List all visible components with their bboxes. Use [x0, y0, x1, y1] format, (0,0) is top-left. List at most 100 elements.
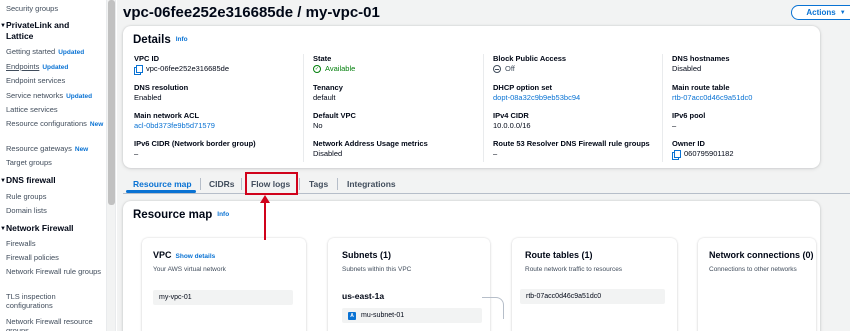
sidebar-section-dns-firewall[interactable]: ▼DNS firewall [0, 175, 56, 187]
show-details-link[interactable]: Show details [176, 253, 216, 260]
caret-down-icon: ▼ [839, 9, 846, 16]
field-route53-dns-firewall: Route 53 Resolver DNS Firewall rule grou… [493, 139, 658, 159]
sidebar-scrollbar[interactable] [107, 0, 116, 331]
sidebar-item-service-networks[interactable]: Service networks Updated [6, 91, 92, 101]
route-tables-box-title: Route tables (1) [525, 250, 593, 260]
field-value: Enabled [134, 93, 162, 102]
main-content: vpc-06fee252e316685de / my-vpc-01 Action… [117, 0, 850, 331]
sidebar-item-target-groups[interactable]: Target groups [6, 158, 52, 167]
vpc-box-title-text: VPC [153, 250, 172, 260]
sidebar-item-resource-gateways[interactable]: Resource gateways New [6, 144, 88, 154]
tab-integrations[interactable]: Integrations [347, 174, 396, 194]
tab-tags[interactable]: Tags [309, 174, 328, 194]
field-label: Route 53 Resolver DNS Firewall rule grou… [493, 139, 650, 148]
sidebar-item-label: Endpoint services [6, 76, 66, 85]
details-card: Details Info VPC ID vpc-06fee252e316685de… [123, 26, 820, 168]
route-tables-box: Route tables (1) Route network traffic t… [512, 238, 677, 331]
field-label: Main network ACL [134, 111, 200, 120]
field-value: – [672, 121, 677, 130]
sidebar-section-label: PrivateLink and Lattice [6, 20, 70, 41]
resource-map-title: Resource map Info [133, 209, 229, 221]
copy-icon[interactable] [134, 64, 143, 75]
subnet-item[interactable]: Amu-subnet-01 [342, 308, 482, 323]
sidebar-item-label: Firewall policies [6, 253, 59, 262]
field-label: Main route table [672, 83, 730, 92]
sidebar-item-endpoint-services[interactable]: Endpoint services [6, 76, 65, 85]
sidebar-item-network-firewall-rule-groups[interactable]: Network Firewall rule groups [6, 267, 104, 276]
field-label: Block Public Access [493, 54, 567, 63]
details-title-text: Details [133, 34, 171, 46]
tab-separator [200, 178, 201, 190]
sidebar-item-label: Target groups [6, 158, 52, 167]
field-value: Disabled [672, 64, 702, 73]
field-dns-hostnames: DNS hostnames Disabled [672, 54, 837, 74]
subnets-box-title: Subnets (1) [342, 250, 392, 260]
copy-icon[interactable] [672, 149, 681, 160]
page-title: vpc-06fee252e316685de / my-vpc-01 [123, 4, 380, 21]
field-ipv6-cidr: IPv6 CIDR (Network border group) – [134, 139, 299, 159]
scrollbar-thumb[interactable] [108, 0, 115, 205]
field-label: Default VPC [313, 111, 356, 120]
details-title: Details Info [133, 34, 188, 46]
state-value: Available [325, 64, 356, 73]
active-tab-indicator [126, 190, 196, 193]
sidebar-item-label: Resource configurations [6, 119, 87, 128]
sidebar-section-network-firewall[interactable]: ▼Network Firewall [0, 223, 74, 235]
sidebar-item-resource-configurations[interactable]: Resource configurations New [6, 119, 104, 129]
dhcp-option-set-link[interactable]: dopt-08a32c9b9eb53bc94 [493, 93, 658, 103]
sidebar-item-firewalls[interactable]: Firewalls [6, 239, 36, 248]
tab-separator [299, 178, 300, 190]
field-label: Tenancy [313, 83, 343, 92]
field-label: Owner ID [672, 139, 705, 148]
sidebar-item-label: Network Firewall rule groups [6, 267, 102, 276]
sidebar-item-label: Security groups [6, 4, 59, 13]
sidebar-item-firewall-policies[interactable]: Firewall policies [6, 253, 59, 262]
subnets-box: Subnets (1) Subnets within this VPC us-e… [328, 238, 490, 331]
sidebar-item-label: TLS inspection configurations [6, 292, 56, 310]
field-label: VPC ID [134, 54, 160, 63]
vpc-item[interactable]: my-vpc-01 [153, 290, 293, 305]
subnet-icon: A [348, 311, 356, 320]
field-value: vpc-06fee252e316685de [134, 64, 299, 75]
vpc-details-page: Security groups ▼PrivateLink and Lattice… [0, 0, 850, 331]
sidebar-item-endpoints[interactable]: Endpoints Updated [6, 62, 68, 72]
field-value: 10.0.0.0/16 [493, 121, 531, 130]
sidebar-item-label: Service networks [6, 91, 64, 100]
field-label: State [313, 54, 332, 63]
sidebar-section-label: Network Firewall [6, 223, 74, 233]
field-main-route-table: Main route table rtb-07acc0d46c9a51dc0 [672, 83, 837, 103]
actions-button[interactable]: Actions ▼ [791, 5, 850, 20]
field-state: State ✓ Available [313, 54, 478, 74]
new-badge: New [74, 146, 89, 153]
vpc-box: VPC Show details Your AWS virtual network… [142, 238, 306, 331]
tab-separator [241, 178, 242, 190]
sidebar-item-domain-lists[interactable]: Domain lists [6, 206, 47, 215]
field-ipv6-pool: IPv6 pool – [672, 111, 837, 131]
field-label: DNS resolution [134, 83, 189, 92]
sidebar-item-network-firewall-resource-groups[interactable]: Network Firewall resource groups [6, 317, 104, 331]
info-link[interactable]: Info [176, 36, 188, 43]
sidebar-item-security-groups[interactable]: Security groups [6, 4, 58, 13]
route-table-item[interactable]: rtb-07acc0d46c9a51dc0 [520, 289, 665, 304]
tab-cidrs[interactable]: CIDRs [209, 174, 235, 194]
field-value: – [134, 149, 139, 158]
sidebar-item-lattice-services[interactable]: Lattice services [6, 105, 58, 114]
field-block-public-access: Block Public Access Off [493, 54, 658, 74]
owner-id-value: 060795901182 [684, 149, 734, 158]
new-badge: New [89, 121, 104, 128]
subnet-item-label: mu-subnet-01 [361, 312, 405, 319]
network-connections-box-subtitle: Connections to other networks [709, 266, 797, 273]
sidebar-item-tls-inspection[interactable]: TLS inspection configurations [6, 292, 104, 310]
sidebar-item-getting-started[interactable]: Getting started Updated [6, 47, 84, 57]
sidebar-item-rule-groups[interactable]: Rule groups [6, 192, 46, 201]
check-circle-icon: ✓ [313, 65, 321, 73]
main-route-table-link[interactable]: rtb-07acc0d46c9a51dc0 [672, 93, 837, 103]
sidebar-section-privatelink[interactable]: ▼PrivateLink and Lattice [0, 20, 86, 42]
resource-map-card: Resource map Info VPC Show details Your AW… [123, 201, 820, 331]
field-label: Network Address Usage metrics [313, 139, 428, 148]
info-link[interactable]: Info [217, 211, 229, 218]
field-label: DHCP option set [493, 83, 553, 92]
field-vpc-id: VPC ID vpc-06fee252e316685de [134, 54, 299, 75]
field-tenancy: Tenancy default [313, 83, 478, 103]
main-network-acl-link[interactable]: acl-0bd373fe9b5d71579 [134, 121, 299, 131]
